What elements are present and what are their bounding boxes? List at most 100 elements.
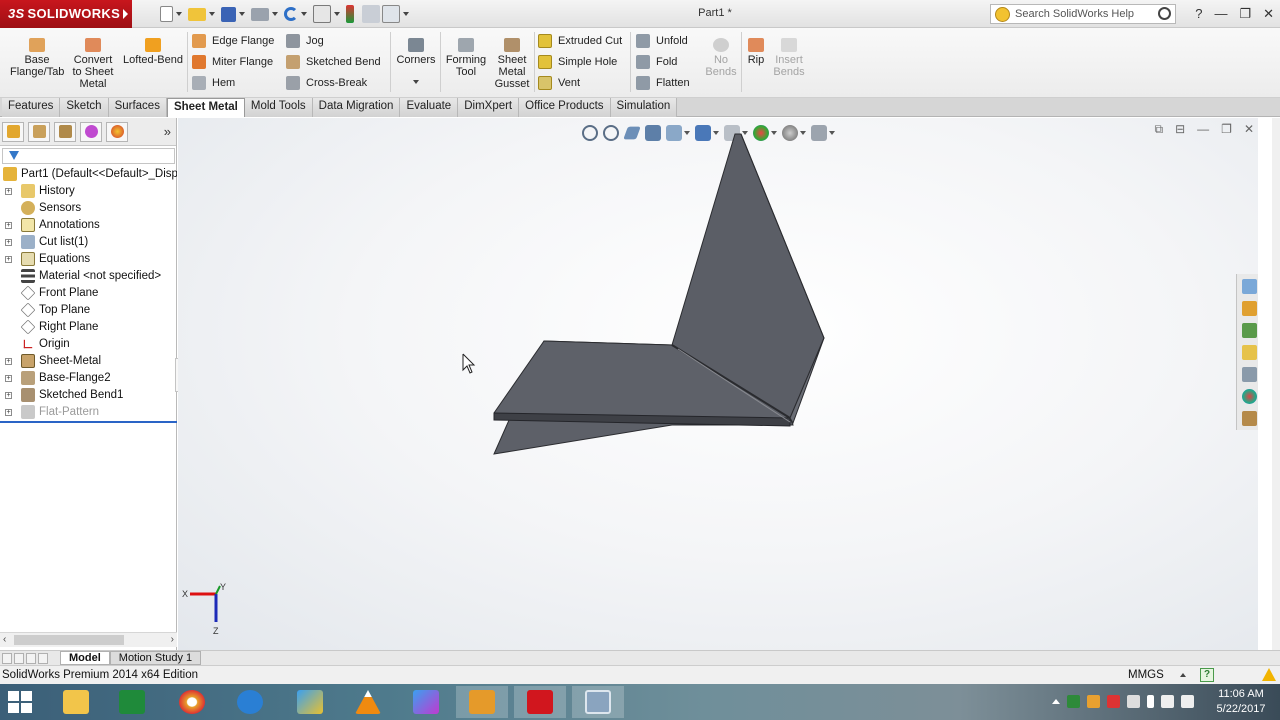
corners-button[interactable]: Corners bbox=[394, 38, 438, 84]
solidworks-resources-icon[interactable] bbox=[1242, 279, 1257, 294]
expand-icon[interactable]: + bbox=[5, 188, 12, 195]
unit-system[interactable]: MMGS bbox=[1128, 669, 1164, 681]
taskbar-app[interactable] bbox=[400, 686, 452, 718]
chevron-down-icon[interactable] bbox=[272, 12, 278, 16]
tab-motion-study[interactable]: Motion Study 1 bbox=[109, 651, 202, 665]
tree-node-sensors[interactable]: Sensors bbox=[0, 200, 177, 217]
feature-tree-filter-input[interactable] bbox=[2, 148, 175, 164]
tree-root-part[interactable]: Part1 (Default<<Default>_Disp bbox=[0, 166, 177, 183]
tree-node-equations[interactable]: + Equations bbox=[0, 251, 177, 268]
chevron-up-icon[interactable] bbox=[1180, 673, 1186, 677]
minimize-button[interactable]: — bbox=[1214, 6, 1227, 22]
next-tab-icon[interactable] bbox=[26, 652, 36, 664]
taskbar-solidworks[interactable] bbox=[514, 686, 566, 718]
tree-node-front-plane[interactable]: Front Plane bbox=[0, 285, 177, 302]
taskbar-internet-explorer[interactable] bbox=[224, 686, 276, 718]
tree-node-sheet-metal[interactable]: + Sheet-Metal bbox=[0, 353, 177, 370]
tree-node-cut-list[interactable]: + Cut list(1) bbox=[0, 234, 177, 251]
tab-evaluate[interactable]: Evaluate bbox=[400, 98, 459, 117]
property-manager-tab[interactable] bbox=[28, 121, 50, 142]
volume-icon[interactable] bbox=[1181, 695, 1194, 708]
cross-break-button[interactable]: Cross-Break bbox=[286, 76, 367, 90]
flatten-button[interactable]: Flatten bbox=[636, 76, 690, 90]
expand-icon[interactable]: + bbox=[5, 358, 12, 365]
custom-properties-icon[interactable] bbox=[1242, 411, 1257, 426]
sheet-metal-gusset-button[interactable]: Sheet Metal Gusset bbox=[492, 38, 532, 90]
chevron-down-icon[interactable] bbox=[239, 12, 245, 16]
last-tab-icon[interactable] bbox=[38, 652, 48, 664]
tab-mold-tools[interactable]: Mold Tools bbox=[244, 98, 313, 117]
tree-node-history[interactable]: + History bbox=[0, 183, 177, 200]
tray-app-icon[interactable] bbox=[1107, 695, 1120, 708]
expand-icon[interactable]: + bbox=[5, 392, 12, 399]
file-properties-icon[interactable] bbox=[362, 5, 380, 23]
tab-office-products[interactable]: Office Products bbox=[519, 98, 611, 117]
file-explorer-pane-icon[interactable] bbox=[1242, 323, 1257, 338]
battery-icon[interactable] bbox=[1147, 695, 1154, 708]
tab-sheet-metal[interactable]: Sheet Metal bbox=[166, 98, 245, 117]
tree-node-material[interactable]: Material <not specified> bbox=[0, 268, 177, 285]
rebuild-icon[interactable] bbox=[346, 5, 354, 23]
tab-simulation[interactable]: Simulation bbox=[610, 98, 678, 117]
taskbar-file-explorer[interactable] bbox=[50, 686, 102, 718]
sketched-bend-button[interactable]: Sketched Bend bbox=[286, 55, 381, 69]
rollback-bar[interactable] bbox=[0, 421, 177, 423]
chevron-down-icon[interactable] bbox=[301, 12, 307, 16]
vent-button[interactable]: Vent bbox=[538, 76, 580, 90]
taskbar-chrome[interactable] bbox=[166, 686, 218, 718]
expand-icon[interactable]: + bbox=[5, 375, 12, 382]
chevron-down-icon[interactable] bbox=[403, 12, 409, 16]
taskbar-media-player[interactable] bbox=[284, 686, 336, 718]
miter-flange-button[interactable]: Miter Flange bbox=[192, 55, 273, 69]
dimxpert-manager-tab[interactable] bbox=[80, 121, 102, 142]
hem-button[interactable]: Hem bbox=[192, 76, 235, 90]
scroll-right-icon[interactable]: › bbox=[171, 634, 174, 645]
windows-start-icon[interactable] bbox=[8, 691, 32, 713]
tree-node-flat-pattern[interactable]: + Flat-Pattern bbox=[0, 404, 177, 421]
tree-node-right-plane[interactable]: Right Plane bbox=[0, 319, 177, 336]
tray-app-icon[interactable] bbox=[1067, 695, 1080, 708]
chevron-down-icon[interactable] bbox=[334, 12, 340, 16]
sheet-metal-model[interactable] bbox=[178, 118, 1258, 650]
design-library-icon[interactable] bbox=[1242, 301, 1257, 316]
help-button[interactable]: ? bbox=[1195, 6, 1202, 22]
taskbar-excel[interactable] bbox=[106, 686, 158, 718]
configuration-manager-tab[interactable] bbox=[54, 121, 76, 142]
fold-button[interactable]: Fold bbox=[636, 55, 677, 69]
feature-manager-tab[interactable] bbox=[2, 121, 24, 142]
close-button[interactable]: ✕ bbox=[1263, 6, 1274, 22]
lofted-bend-button[interactable]: Lofted-Bend bbox=[122, 38, 184, 66]
tab-dimxpert[interactable]: DimXpert bbox=[458, 98, 520, 117]
new-document-icon[interactable] bbox=[160, 6, 173, 22]
scenes-icon[interactable] bbox=[1242, 389, 1257, 404]
quick-tips-icon[interactable]: ? bbox=[1200, 668, 1214, 682]
tree-node-annotations[interactable]: + Annotations bbox=[0, 217, 177, 234]
previous-tab-icon[interactable] bbox=[14, 652, 24, 664]
chevron-down-icon[interactable] bbox=[209, 12, 215, 16]
options-icon[interactable] bbox=[382, 5, 400, 23]
jog-button[interactable]: Jog bbox=[286, 34, 324, 48]
expand-panel-icon[interactable]: » bbox=[164, 124, 171, 139]
tree-node-base-flange2[interactable]: + Base-Flange2 bbox=[0, 370, 177, 387]
insert-bends-button[interactable]: Insert Bends bbox=[772, 38, 806, 78]
base-flange-button[interactable]: Base Flange/Tab bbox=[10, 38, 64, 78]
edge-flange-button[interactable]: Edge Flange bbox=[192, 34, 274, 48]
extruded-cut-button[interactable]: Extruded Cut bbox=[538, 34, 622, 48]
help-search-input[interactable]: Search SolidWorks Help bbox=[990, 4, 1176, 24]
system-clock[interactable]: 11:06 AM 5/22/2017 bbox=[1206, 687, 1276, 717]
view-palette-icon[interactable] bbox=[1242, 345, 1257, 360]
first-tab-icon[interactable] bbox=[2, 652, 12, 664]
tab-sketch[interactable]: Sketch bbox=[60, 98, 109, 117]
tab-surfaces[interactable]: Surfaces bbox=[108, 98, 167, 117]
tray-app-icon[interactable] bbox=[1087, 695, 1100, 708]
no-bends-button[interactable]: No Bends bbox=[704, 38, 738, 78]
expand-icon[interactable]: + bbox=[5, 409, 12, 416]
open-folder-icon[interactable] bbox=[188, 7, 206, 21]
graphics-area[interactable]: ⧉ ⊟ — ❐ ✕ X Y Z bbox=[178, 118, 1258, 650]
search-icon[interactable] bbox=[1158, 7, 1171, 20]
save-icon[interactable] bbox=[221, 6, 236, 22]
tree-node-top-plane[interactable]: Top Plane bbox=[0, 302, 177, 319]
chevron-down-icon[interactable] bbox=[413, 80, 419, 84]
feature-tree-horizontal-scrollbar[interactable]: ‹ › bbox=[0, 632, 177, 647]
scrollbar-thumb[interactable] bbox=[14, 635, 124, 645]
